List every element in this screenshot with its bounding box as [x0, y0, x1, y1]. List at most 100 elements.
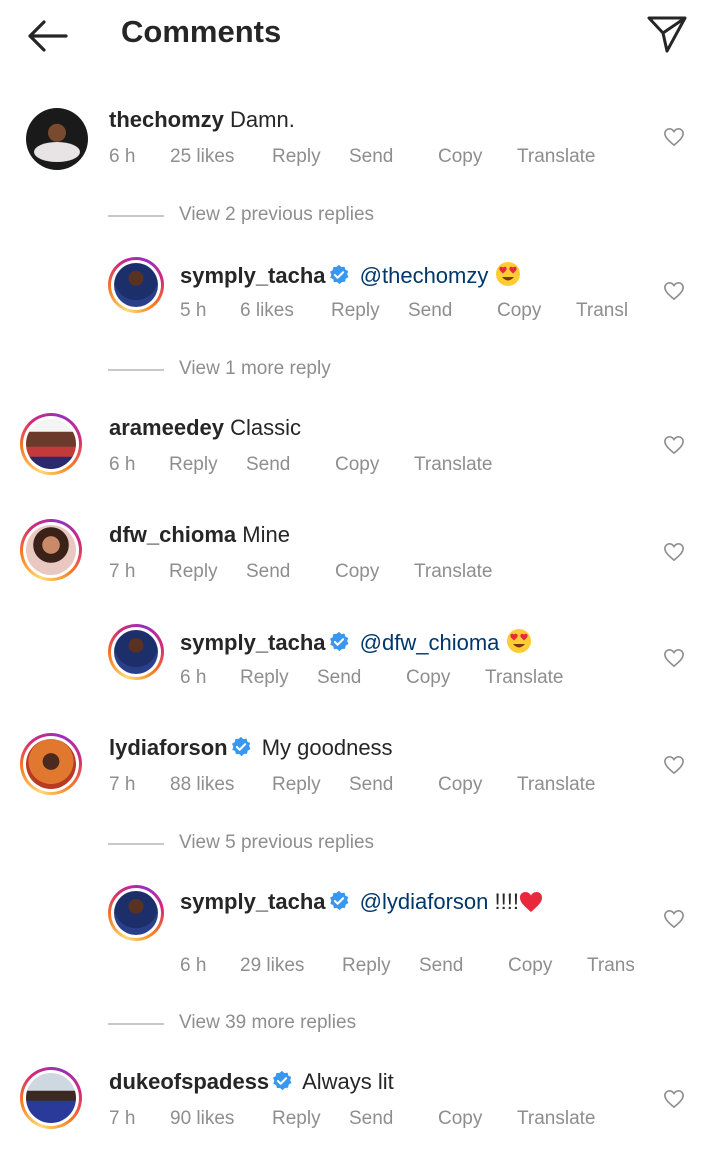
- comment-text: symply_tacha @thechomzy: [180, 261, 521, 289]
- copy-button[interactable]: Copy: [406, 667, 450, 689]
- translate-button[interactable]: Translate: [414, 561, 493, 583]
- comment-text: dfw_chioma Mine: [109, 522, 290, 548]
- reply-button[interactable]: Reply: [272, 774, 321, 796]
- verified-badge-icon: [329, 264, 348, 285]
- heart-icon[interactable]: [663, 127, 685, 147]
- comment-mention[interactable]: @dfw_chioma: [360, 630, 500, 655]
- comment-likes[interactable]: 29 likes: [240, 955, 304, 977]
- view-replies-link[interactable]: View 39 more replies: [108, 1012, 408, 1036]
- avatar[interactable]: [108, 257, 164, 313]
- copy-button[interactable]: Copy: [438, 774, 482, 796]
- heart-icon[interactable]: [663, 648, 685, 668]
- reply-button[interactable]: Reply: [169, 561, 218, 583]
- comment-text: dukeofspadess Always lit: [109, 1069, 394, 1095]
- divider: [108, 369, 164, 371]
- comment-time: 7 h: [109, 774, 136, 795]
- comment-time: 6 h: [109, 146, 136, 167]
- heart-eyes-emoji-icon: [495, 262, 520, 286]
- comment-text: arameedey Classic: [109, 415, 301, 441]
- send-button[interactable]: Send: [349, 774, 393, 796]
- heart-icon[interactable]: [663, 542, 685, 562]
- comment-body: Damn.: [230, 107, 295, 132]
- comment-username[interactable]: symply_tacha: [180, 263, 326, 288]
- verified-badge-icon: [329, 631, 348, 652]
- send-button[interactable]: Send: [317, 667, 361, 689]
- comment-text: symply_tacha @dfw_chioma: [180, 628, 532, 656]
- heart-icon[interactable]: [663, 1089, 685, 1109]
- comment-username[interactable]: symply_tacha: [180, 630, 326, 655]
- paper-plane-icon[interactable]: [646, 14, 688, 54]
- avatar[interactable]: [20, 519, 82, 581]
- verified-badge-icon: [231, 736, 251, 757]
- view-replies-label: View 2 previous replies: [179, 204, 375, 225]
- copy-button[interactable]: Copy: [497, 300, 541, 322]
- avatar[interactable]: [20, 413, 82, 475]
- comment-mention[interactable]: @thechomzy: [360, 263, 489, 288]
- send-button[interactable]: Send: [349, 1108, 393, 1130]
- send-button[interactable]: Send: [246, 454, 290, 476]
- heart-icon[interactable]: [663, 755, 685, 775]
- divider: [108, 1023, 164, 1025]
- arrow-left-icon[interactable]: [24, 18, 68, 54]
- avatar[interactable]: [26, 108, 88, 170]
- heart-icon[interactable]: [663, 281, 685, 301]
- view-replies-label: View 39 more replies: [179, 1012, 357, 1033]
- reply-button[interactable]: Reply: [240, 667, 289, 689]
- comment-username[interactable]: arameedey: [109, 415, 224, 440]
- comment-username[interactable]: symply_tacha: [180, 889, 326, 914]
- send-button[interactable]: Send: [408, 300, 452, 322]
- divider: [108, 843, 164, 845]
- comment-username[interactable]: dukeofspadess: [109, 1069, 269, 1094]
- copy-button[interactable]: Copy: [508, 955, 552, 977]
- reply-button[interactable]: Reply: [272, 146, 321, 168]
- view-replies-link[interactable]: View 5 previous replies: [108, 832, 428, 856]
- copy-button[interactable]: Copy: [335, 561, 379, 583]
- avatar[interactable]: [108, 885, 164, 941]
- reply-button[interactable]: Reply: [169, 454, 218, 476]
- comment-body: My goodness: [261, 735, 393, 760]
- view-replies-label: View 1 more reply: [179, 358, 331, 379]
- copy-button[interactable]: Copy: [438, 146, 482, 168]
- comment-mention[interactable]: @lydiaforson: [360, 889, 489, 914]
- comment-time: 7 h: [109, 561, 136, 582]
- view-replies-link[interactable]: View 1 more reply: [108, 358, 408, 382]
- divider: [108, 215, 164, 217]
- comment-body: Mine: [242, 522, 290, 547]
- comment-likes[interactable]: 90 likes: [170, 1108, 234, 1130]
- heart-icon[interactable]: [663, 909, 685, 929]
- heart-icon[interactable]: [663, 435, 685, 455]
- translate-button[interactable]: Translate: [517, 146, 596, 168]
- comment-time: 7 h: [109, 1108, 136, 1129]
- comment-likes[interactable]: 6 likes: [240, 300, 294, 322]
- send-button[interactable]: Send: [246, 561, 290, 583]
- avatar[interactable]: [20, 733, 82, 795]
- translate-button[interactable]: Translate: [517, 1108, 596, 1130]
- reply-button[interactable]: Reply: [272, 1108, 321, 1130]
- view-replies-label: View 5 previous replies: [179, 832, 375, 853]
- translate-button[interactable]: Trans: [587, 955, 635, 977]
- comment-time: 5 h: [180, 300, 207, 321]
- translate-button[interactable]: Translate: [485, 667, 564, 689]
- avatar[interactable]: [108, 624, 164, 680]
- comment-likes[interactable]: 25 likes: [170, 146, 234, 168]
- comment-username[interactable]: dfw_chioma: [109, 522, 236, 547]
- comment-time: 6 h: [180, 955, 207, 976]
- avatar[interactable]: [20, 1067, 82, 1129]
- send-button[interactable]: Send: [349, 146, 393, 168]
- comment-username[interactable]: thechomzy: [109, 107, 224, 132]
- translate-button[interactable]: Translate: [517, 774, 596, 796]
- copy-button[interactable]: Copy: [438, 1108, 482, 1130]
- comment-body: !!!!: [494, 889, 519, 914]
- comment-text: symply_tacha @lydiaforson !!!!: [180, 889, 543, 915]
- send-button[interactable]: Send: [419, 955, 463, 977]
- translate-button[interactable]: Transl: [576, 300, 628, 322]
- comment-text: thechomzy Damn.: [109, 107, 295, 133]
- reply-button[interactable]: Reply: [342, 955, 391, 977]
- reply-button[interactable]: Reply: [331, 300, 380, 322]
- translate-button[interactable]: Translate: [414, 454, 493, 476]
- view-replies-link[interactable]: View 2 previous replies: [108, 204, 408, 228]
- copy-button[interactable]: Copy: [335, 454, 379, 476]
- comment-username[interactable]: lydiaforson: [109, 735, 228, 760]
- header-bar: Comments: [0, 0, 720, 70]
- comment-likes[interactable]: 88 likes: [170, 774, 234, 796]
